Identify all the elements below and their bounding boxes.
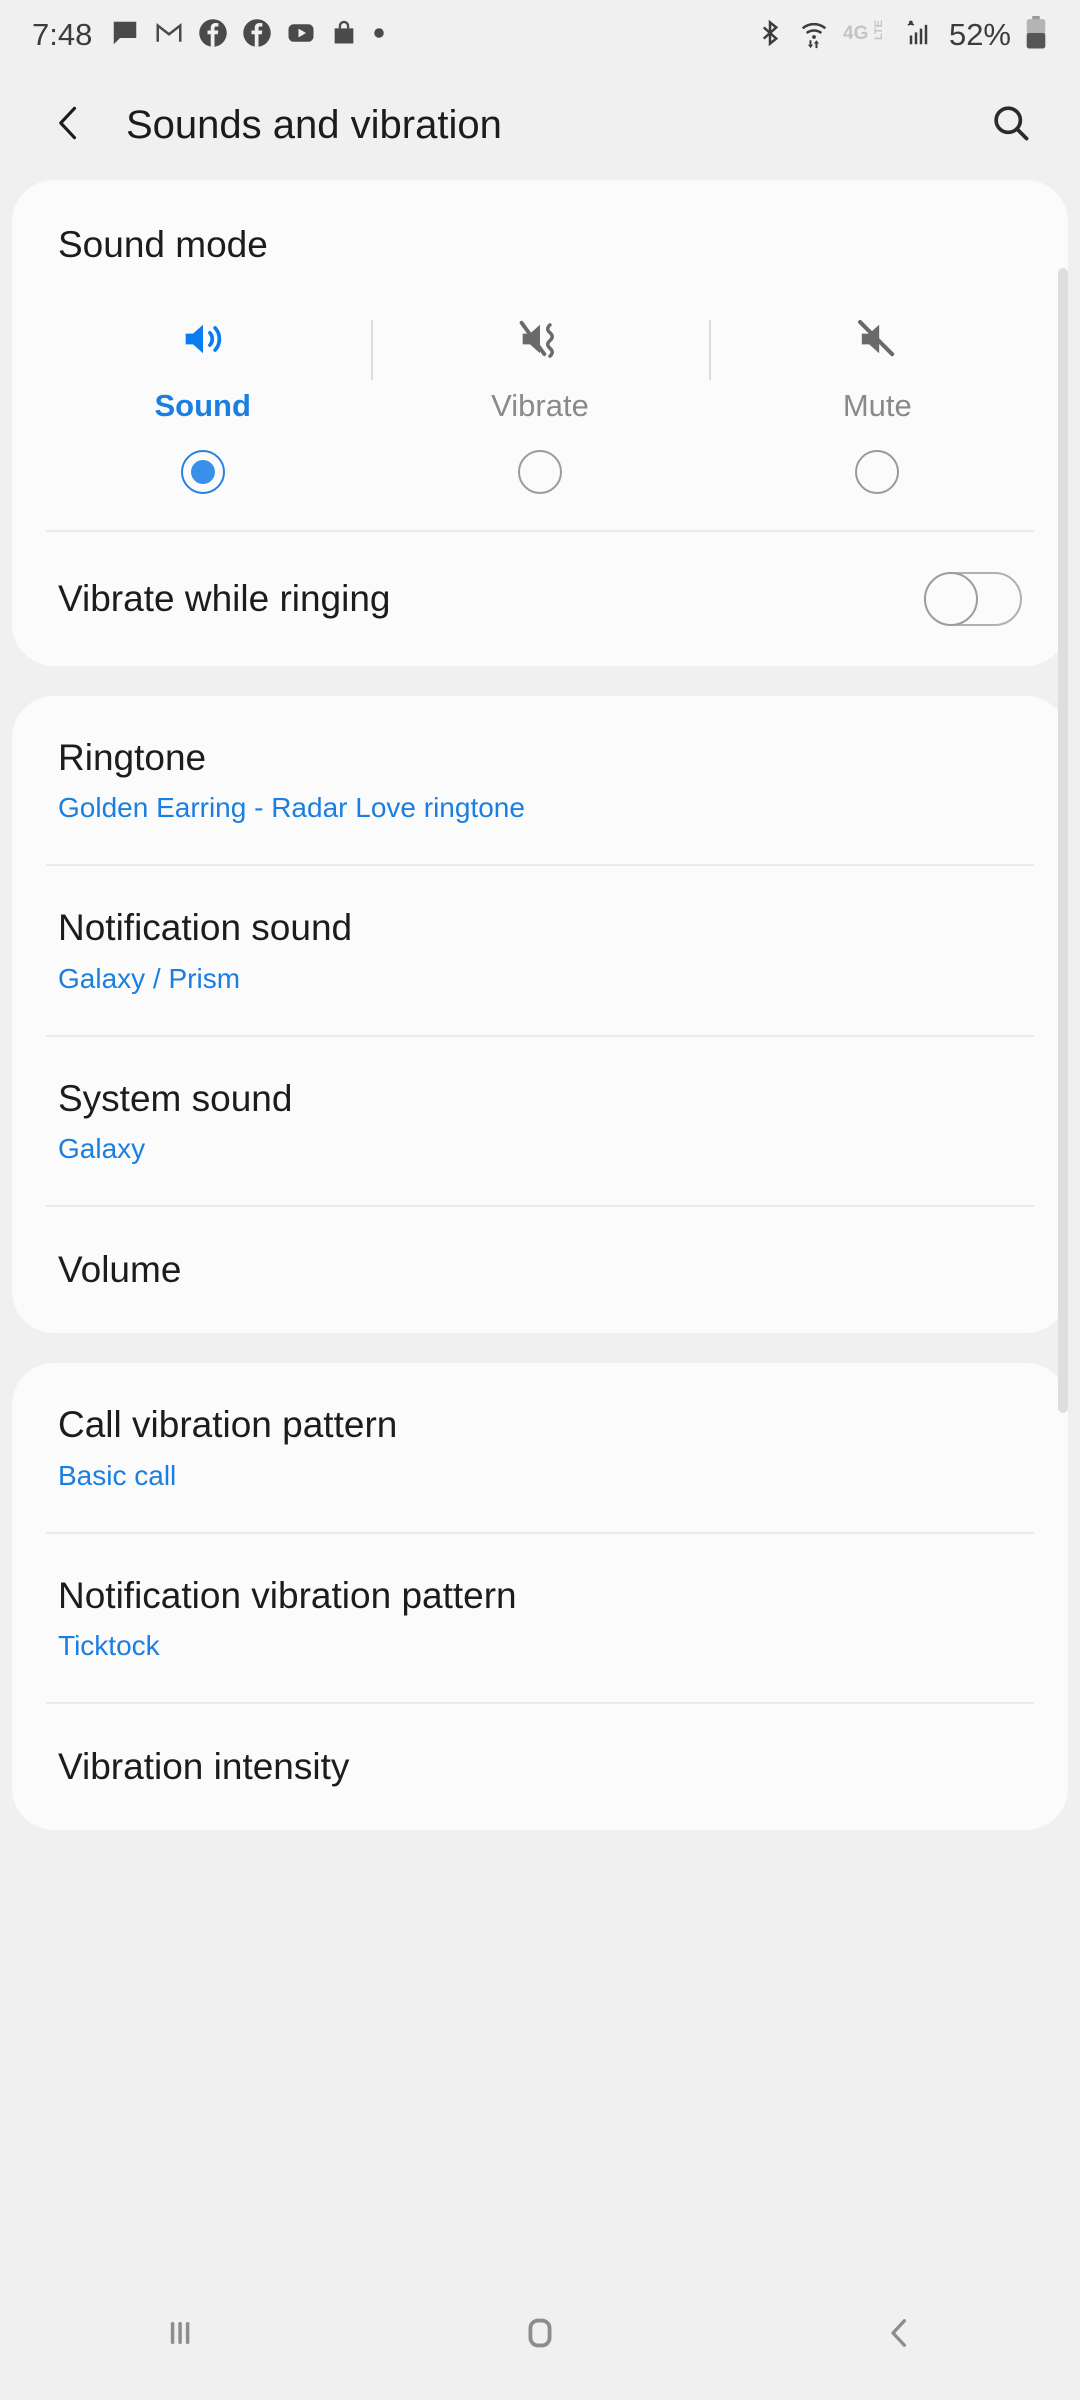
sound-mode-label: Vibrate (491, 388, 589, 423)
back-chevron-icon (879, 2312, 921, 2359)
row-subtitle: Golden Earring - Radar Love ringtone (58, 792, 525, 824)
row-title: System sound (58, 1077, 293, 1119)
notification-vibration-pattern-row[interactable]: Notification vibration pattern Ticktock (12, 1534, 1068, 1702)
vibrate-while-ringing-toggle[interactable] (923, 571, 1022, 626)
row-texts: Volume (58, 1248, 1022, 1292)
toggle-knob (923, 571, 978, 626)
radio-mute[interactable] (855, 450, 900, 494)
back-button[interactable] (36, 92, 102, 158)
search-icon (989, 101, 1033, 150)
vibration-card: Call vibration pattern Basic call Notifi… (12, 1363, 1068, 1830)
row-subtitle: Basic call (58, 1459, 177, 1491)
radio-sound[interactable] (180, 450, 225, 494)
settings-content: Sound mode Sound Vibrate Mute Vibrate wh… (0, 180, 1080, 1830)
navigation-bar (0, 2270, 1080, 2400)
page-title: Sounds and vibration (126, 102, 502, 147)
svg-text:4G: 4G (843, 23, 868, 44)
call-vibration-pattern-row[interactable]: Call vibration pattern Basic call (12, 1363, 1068, 1531)
row-subtitle: Galaxy / Prism (58, 962, 241, 994)
message-icon (110, 18, 140, 53)
row-title: Call vibration pattern (58, 1404, 398, 1446)
system-sound-row[interactable]: System sound Galaxy (12, 1037, 1068, 1205)
home-button[interactable] (360, 2310, 720, 2361)
radio-cell-sound[interactable] (34, 450, 371, 494)
vibrate-while-ringing-row[interactable]: Vibrate while ringing (12, 532, 1068, 666)
sound-mode-radios (12, 450, 1068, 530)
row-texts: Call vibration pattern Basic call (58, 1403, 1022, 1491)
row-title: Ringtone (58, 737, 207, 778)
recents-button[interactable] (0, 2311, 360, 2360)
radio-vibrate[interactable] (517, 450, 562, 494)
status-bar: 7:48 4G LTE 52% (0, 0, 1080, 70)
row-title: Notification sound (58, 907, 353, 949)
row-title: Volume (58, 1248, 182, 1290)
nav-back-button[interactable] (720, 2312, 1080, 2359)
gmail-icon (154, 18, 184, 53)
wifi-transfer-icon (798, 17, 830, 54)
row-texts: Notification vibration pattern Ticktock (58, 1574, 1022, 1662)
notification-sound-row[interactable]: Notification sound Galaxy / Prism (12, 866, 1068, 1034)
row-title: Notification vibration pattern (58, 1574, 517, 1616)
radio-cell-mute[interactable] (709, 450, 1046, 494)
battery-icon (1024, 15, 1048, 55)
vertical-scrollbar[interactable] (1058, 268, 1068, 1413)
vibrate-icon (514, 312, 566, 366)
signal-bars-icon (902, 18, 936, 53)
row-title: Vibration intensity (58, 1745, 350, 1787)
sound-mode-card: Sound mode Sound Vibrate Mute Vibrate wh… (12, 180, 1068, 666)
sound-mode-label: Mute (842, 388, 912, 423)
row-subtitle: Ticktock (58, 1629, 160, 1661)
speaker-on-icon (177, 312, 229, 366)
network-type-label: 4G LTE (843, 20, 889, 51)
sound-mode-label: Sound (154, 388, 251, 423)
sound-mode-option-sound[interactable]: Sound (34, 312, 371, 424)
bluetooth-icon (755, 18, 785, 53)
row-texts: System sound Galaxy (58, 1077, 1022, 1165)
row-texts: Vibrate while ringing (58, 577, 924, 621)
radio-cell-vibrate[interactable] (371, 450, 708, 494)
row-texts: Notification sound Galaxy / Prism (58, 906, 1022, 994)
volume-row[interactable]: Volume (12, 1207, 1068, 1333)
dot-icon (372, 26, 386, 45)
vibration-intensity-row[interactable]: Vibration intensity (12, 1704, 1068, 1830)
speaker-mute-icon (851, 312, 903, 366)
sound-mode-option-vibrate[interactable]: Vibrate (371, 312, 708, 424)
row-subtitle: Galaxy (58, 1133, 146, 1165)
battery-percent: 52% (948, 17, 1011, 52)
status-time: 7:48 (32, 17, 93, 52)
shopping-bag-icon (330, 19, 358, 52)
back-chevron-icon (47, 101, 91, 150)
svg-text:LTE: LTE (873, 20, 885, 40)
search-button[interactable] (978, 92, 1044, 158)
ringtone-row[interactable]: Ringtone Golden Earring - Radar Love rin… (12, 696, 1068, 864)
recents-icon (158, 2311, 202, 2360)
status-bar-right: 4G LTE 52% (755, 15, 1048, 55)
app-header: Sounds and vibration (0, 70, 1080, 180)
facebook-icon (242, 18, 272, 53)
sound-mode-option-mute[interactable]: Mute (708, 312, 1046, 424)
row-texts: Ringtone Golden Earring - Radar Love rin… (58, 736, 1022, 824)
row-texts: Vibration intensity (58, 1745, 1022, 1789)
sounds-card: Ringtone Golden Earring - Radar Love rin… (12, 696, 1068, 1334)
sound-mode-options: Sound Vibrate Mute (12, 312, 1068, 424)
youtube-icon (286, 18, 316, 53)
status-bar-left: 7:48 (32, 17, 755, 53)
facebook-icon (198, 18, 228, 53)
home-icon (517, 2310, 563, 2361)
sound-mode-title: Sound mode (58, 224, 268, 265)
row-title: Vibrate while ringing (58, 577, 391, 619)
